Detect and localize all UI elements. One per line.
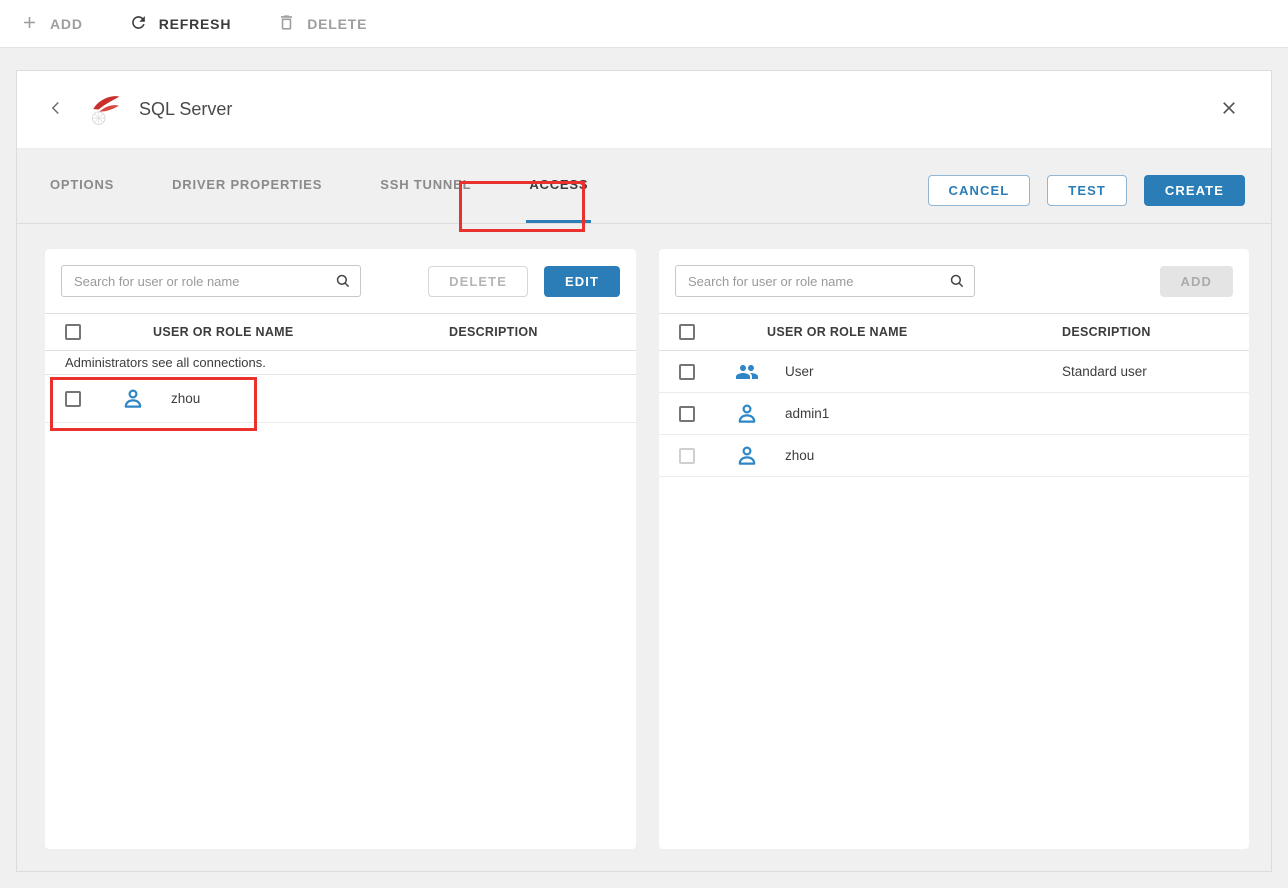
granted-select-all-checkbox[interactable]	[65, 324, 81, 340]
available-row-checkbox[interactable]	[679, 364, 695, 380]
available-row-zhou[interactable]: zhou	[659, 435, 1249, 477]
available-col-description: DESCRIPTION	[1062, 325, 1249, 339]
cancel-button[interactable]: CANCEL	[928, 175, 1031, 206]
admin-info-row: Administrators see all connections.	[45, 351, 636, 375]
edit-button[interactable]: EDIT	[544, 266, 620, 297]
available-select-all-checkbox[interactable]	[679, 324, 695, 340]
granted-row-zhou[interactable]: zhou	[45, 375, 636, 423]
tab-options[interactable]: OPTIONS	[47, 149, 117, 223]
granted-row-name: zhou	[151, 391, 449, 406]
tabs: OPTIONS DRIVER PROPERTIES SSH TUNNEL ACC…	[47, 149, 591, 223]
available-row-name: User	[765, 364, 1062, 379]
available-table-header: USER OR ROLE NAME DESCRIPTION	[659, 313, 1249, 351]
tab-driver-properties[interactable]: DRIVER PROPERTIES	[169, 149, 325, 223]
delete-button-label: DELETE	[307, 16, 367, 32]
available-row-user[interactable]: User Standard user	[659, 351, 1249, 393]
available-row-admin1[interactable]: admin1	[659, 393, 1249, 435]
granted-search-box	[61, 265, 361, 297]
granted-panel-toolbar: DELETE EDIT	[45, 249, 636, 313]
available-row-description: Standard user	[1062, 364, 1249, 379]
close-button[interactable]	[1215, 94, 1243, 125]
grant-add-button[interactable]: ADD	[1160, 266, 1233, 297]
granted-row-checkbox[interactable]	[65, 391, 81, 407]
user-icon	[735, 444, 765, 468]
top-toolbar: ADD REFRESH DELETE	[0, 0, 1288, 48]
available-row-name: zhou	[765, 448, 1062, 463]
available-users-panel: ADD USER OR ROLE NAME DESCRIPTION User S…	[659, 249, 1249, 849]
available-panel-toolbar: ADD	[659, 249, 1249, 313]
delete-button[interactable]: DELETE	[277, 13, 367, 35]
revoke-delete-button[interactable]: DELETE	[428, 266, 528, 297]
granted-col-name: USER OR ROLE NAME	[121, 325, 449, 339]
connection-dialog: SQL Server OPTIONS DRIVER PROPERTIES SSH…	[16, 70, 1272, 872]
granted-table-header: USER OR ROLE NAME DESCRIPTION	[45, 313, 636, 351]
available-search-input[interactable]	[675, 265, 975, 297]
user-icon	[121, 387, 151, 411]
add-button-label: ADD	[50, 16, 83, 32]
tab-ssh-tunnel[interactable]: SSH TUNNEL	[377, 149, 474, 223]
trash-icon	[277, 13, 296, 35]
granted-panel-buttons: DELETE EDIT	[428, 266, 620, 297]
dialog-header: SQL Server	[17, 71, 1271, 149]
tab-access[interactable]: ACCESS	[526, 149, 591, 223]
refresh-button[interactable]: REFRESH	[129, 13, 232, 35]
refresh-icon	[129, 13, 148, 35]
dialog-actions: CANCEL TEST CREATE	[928, 175, 1245, 206]
group-icon	[735, 360, 765, 384]
plus-icon	[20, 13, 39, 35]
granted-search-input[interactable]	[61, 265, 361, 297]
back-button[interactable]	[41, 93, 71, 126]
available-panel-buttons: ADD	[1160, 266, 1233, 297]
refresh-button-label: REFRESH	[159, 16, 232, 32]
chevron-left-icon	[45, 97, 67, 122]
sql-server-logo-icon	[87, 92, 123, 128]
granted-users-panel: DELETE EDIT USER OR ROLE NAME DESCRIPTIO…	[45, 249, 636, 849]
create-button[interactable]: CREATE	[1144, 175, 1245, 206]
available-row-checkbox-disabled	[679, 448, 695, 464]
dialog-tabbar: OPTIONS DRIVER PROPERTIES SSH TUNNEL ACC…	[17, 149, 1271, 224]
available-search-box	[675, 265, 975, 297]
user-icon	[735, 402, 765, 426]
available-row-name: admin1	[765, 406, 1062, 421]
close-icon	[1219, 98, 1239, 121]
test-button[interactable]: TEST	[1047, 175, 1127, 206]
add-button[interactable]: ADD	[20, 13, 83, 35]
available-col-name: USER OR ROLE NAME	[735, 325, 1062, 339]
dialog-title: SQL Server	[139, 99, 232, 120]
granted-col-description: DESCRIPTION	[449, 325, 636, 339]
available-row-checkbox[interactable]	[679, 406, 695, 422]
